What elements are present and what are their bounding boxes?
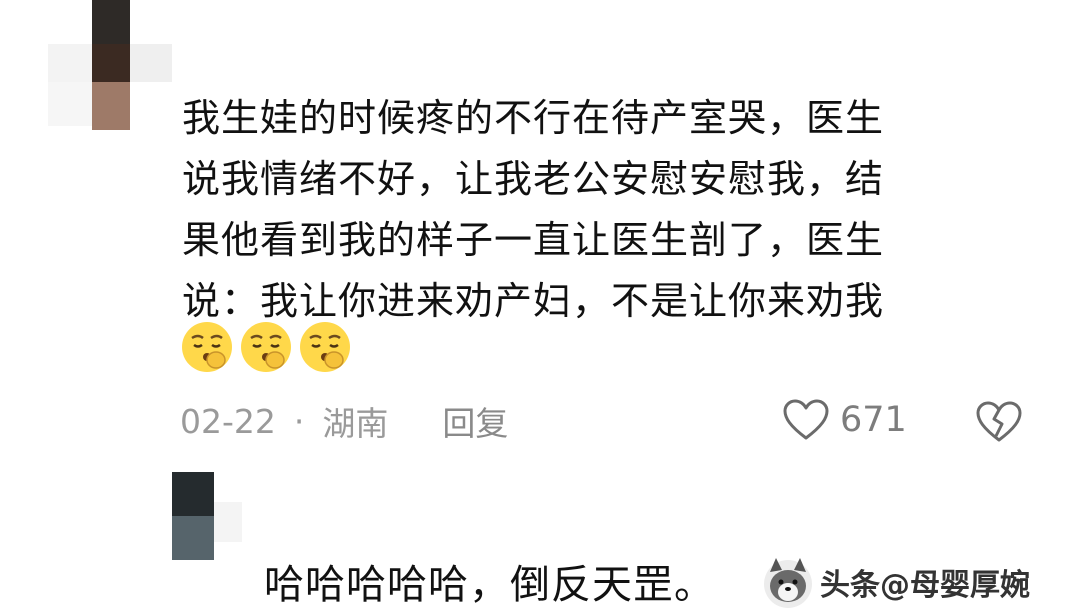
emoji-row <box>180 320 352 378</box>
commenter-avatar[interactable] <box>48 0 172 130</box>
avatar-mosaic-tile <box>48 82 92 126</box>
comment-date: 02-22 <box>180 401 276 441</box>
dog-logo-icon <box>764 558 812 608</box>
avatar-mosaic-tile <box>172 516 214 560</box>
broken-heart-icon <box>976 401 1022 442</box>
dislike-button[interactable] <box>975 400 1023 452</box>
sad-face-emoji-icon <box>241 322 291 372</box>
heart-icon <box>783 399 829 440</box>
comment-line: 果他看到我的样子一直让医生剖了，医生 <box>182 218 885 262</box>
avatar-mosaic-tile <box>92 82 130 130</box>
comment-line: 说我情绪不好，让我老公安慰安慰我，结 <box>182 157 885 201</box>
avatar-mosaic-tile <box>92 0 130 44</box>
avatar-mosaic-tile <box>172 472 214 516</box>
comment-location: 湖南 <box>322 404 389 443</box>
sad-face-emoji-icon <box>300 322 350 372</box>
like-button[interactable]: 671 <box>782 398 907 442</box>
comment-body: 我生娃的时候疼的不行在待产室哭，医生 说我情绪不好，让我老公安慰安慰我，结 果他… <box>182 88 1002 332</box>
sad-face-emoji-icon <box>182 322 232 372</box>
comment-meta-row: 02-22 · 湖南 回复 671 <box>180 397 1022 445</box>
comment-line: 我生娃的时候疼的不行在待产室哭，医生 <box>182 96 885 140</box>
reply-comment-text: 哈哈哈哈哈，倒反天罡。 <box>264 562 715 608</box>
meta-separator: · <box>293 401 305 441</box>
watermark-text: 头条@母婴厚婉 <box>820 560 1030 604</box>
reply-button[interactable]: 回复 <box>442 397 508 445</box>
watermark: 头条@母婴厚婉 <box>760 552 1080 612</box>
avatar-mosaic-tile <box>48 44 92 82</box>
reply-avatar[interactable] <box>172 472 242 560</box>
avatar-mosaic-tile <box>130 44 172 82</box>
avatar-mosaic-tile <box>92 44 130 82</box>
like-count: 671 <box>840 400 907 440</box>
avatar-mosaic-tile <box>214 502 242 542</box>
